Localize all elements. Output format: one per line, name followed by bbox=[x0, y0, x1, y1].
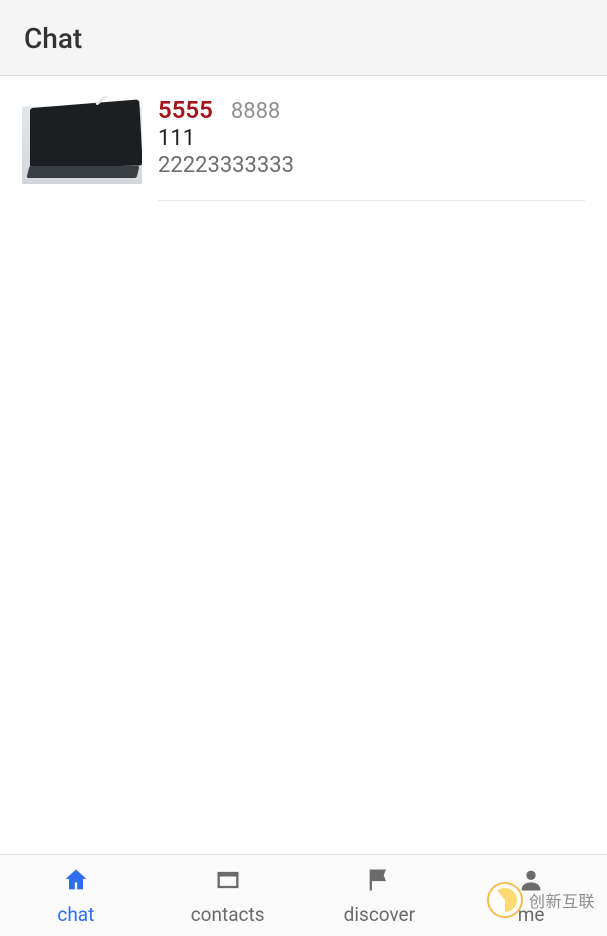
item-line3: 22223333333 bbox=[158, 153, 585, 178]
tab-discover[interactable]: discover bbox=[304, 855, 456, 936]
person-icon bbox=[517, 866, 545, 899]
tab-me[interactable]: me bbox=[455, 855, 607, 936]
item-line2: 111 bbox=[158, 126, 585, 151]
tab-label: me bbox=[518, 903, 545, 926]
item-code-primary: 5555 bbox=[158, 96, 213, 124]
tab-bar: chat contacts discover me bbox=[0, 854, 607, 936]
flag-icon bbox=[365, 866, 393, 899]
home-icon bbox=[62, 866, 90, 899]
chat-list: 5555 8888 111 22223333333 bbox=[0, 76, 607, 854]
window-icon bbox=[214, 866, 242, 899]
item-thumbnail bbox=[22, 96, 142, 184]
tab-label: contacts bbox=[191, 903, 265, 926]
item-body: 5555 8888 111 22223333333 bbox=[158, 96, 585, 201]
item-code-secondary: 8888 bbox=[231, 99, 280, 124]
tab-label: chat bbox=[57, 903, 94, 926]
list-item[interactable]: 5555 8888 111 22223333333 bbox=[0, 76, 607, 201]
tab-contacts[interactable]: contacts bbox=[152, 855, 304, 936]
item-line1: 5555 8888 bbox=[158, 96, 585, 124]
tab-chat[interactable]: chat bbox=[0, 855, 152, 936]
page-title: Chat bbox=[24, 22, 583, 55]
tab-label: discover bbox=[344, 903, 415, 926]
header: Chat bbox=[0, 0, 607, 76]
